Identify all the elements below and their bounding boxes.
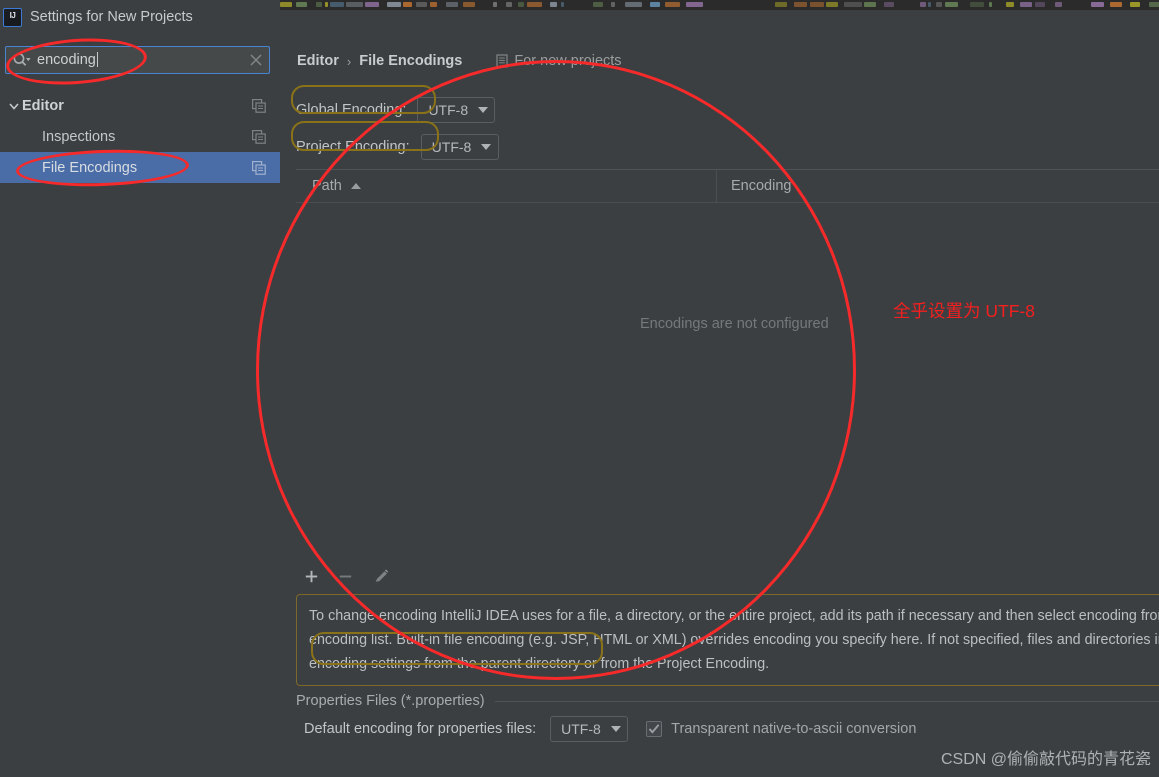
info-line: To change encoding IntelliJ IDEA uses fo…	[309, 608, 1159, 624]
column-label: Path	[312, 178, 342, 194]
search-icon	[11, 50, 31, 70]
global-encoding-label: Global Encoding:	[296, 101, 407, 118]
sidebar-item-label: File Encodings	[42, 159, 138, 176]
intellij-logo-icon: IJ	[3, 7, 22, 27]
info-line: encoding list. Built-in file encoding (e…	[309, 632, 1159, 648]
annotation-note: 全乎设置为 UTF-8	[893, 301, 1035, 321]
section-title: Properties Files (*.properties)	[296, 693, 485, 709]
checkbox-box[interactable]	[646, 721, 663, 737]
project-encoding-value: UTF-8	[431, 138, 472, 155]
search-value: encoding	[37, 52, 98, 68]
info-line: encoding settings from the parent direct…	[309, 656, 770, 672]
copy-icon[interactable]	[252, 160, 266, 175]
breadcrumb-root[interactable]: Editor	[297, 53, 339, 69]
checkbox-label: Transparent native-to-ascii conversion	[671, 721, 917, 737]
dialog-titlebar: IJ Settings for New Projects	[0, 0, 280, 34]
table-empty-message: Encodings are not configured	[640, 316, 829, 332]
global-encoding-row: Global Encoding: UTF-8	[296, 96, 496, 123]
info-panel: To change encoding IntelliJ IDEA uses fo…	[296, 594, 1159, 686]
properties-encoding-label: Default encoding for properties files:	[304, 721, 537, 737]
project-encoding-row: Project Encoding: UTF-8	[296, 133, 499, 160]
settings-tree: Editor Inspections File Encodings	[0, 90, 280, 183]
settings-detail-panel: Editor › File Encodings For new projects	[280, 10, 1159, 777]
breadcrumb: Editor › File Encodings For new projects	[280, 45, 1159, 77]
clear-search-icon[interactable]	[243, 47, 269, 73]
sort-ascending-icon	[350, 183, 361, 189]
global-encoding-select[interactable]: UTF-8	[417, 96, 496, 123]
transparent-conversion-checkbox[interactable]: Transparent native-to-ascii conversion	[646, 721, 916, 737]
breadcrumb-leaf: File Encodings	[359, 53, 463, 69]
table-column-path[interactable]: Path	[296, 170, 717, 202]
edit-row-button	[366, 563, 396, 589]
scope-note-label: For new projects	[514, 53, 622, 69]
document-icon	[495, 54, 509, 68]
chevron-down-icon	[481, 143, 492, 150]
project-encoding-select[interactable]: UTF-8	[420, 133, 499, 160]
sidebar-item-inspections[interactable]: Inspections	[0, 121, 280, 152]
sidebar-item-label: Editor	[22, 97, 64, 114]
chevron-down-icon	[610, 726, 621, 732]
properties-encoding-row: Default encoding for properties files: U…	[304, 716, 916, 742]
add-row-button[interactable]	[296, 563, 326, 589]
settings-sidebar: encoding Editor Inspections File Encodin…	[0, 34, 280, 777]
chevron-down-icon[interactable]	[6, 98, 22, 114]
section-divider	[494, 700, 1159, 702]
table-toolbar	[296, 562, 1159, 590]
copy-icon[interactable]	[252, 129, 266, 144]
copy-icon[interactable]	[252, 98, 266, 113]
watermark: CSDN @偷偷敲代码的青花瓷	[940, 751, 1151, 768]
screenshot-root: IJ Settings for New Projects encoding Ed…	[0, 0, 1159, 777]
properties-section-header: Properties Files (*.properties)	[296, 693, 1159, 709]
search-input[interactable]: encoding	[5, 46, 270, 74]
column-label: Encoding	[731, 178, 792, 194]
table-header-row: Path Encoding	[296, 170, 1159, 203]
properties-encoding-select[interactable]: UTF-8	[550, 716, 629, 742]
project-encoding-label: Project Encoding:	[296, 138, 410, 155]
logo-text: IJ	[9, 10, 16, 20]
table-body: Encodings are not configured	[296, 203, 1159, 565]
global-encoding-value: UTF-8	[428, 101, 469, 118]
breadcrumb-separator-icon: ›	[346, 53, 352, 69]
remove-row-button	[330, 563, 360, 589]
sidebar-item-file-encodings[interactable]: File Encodings	[0, 152, 280, 183]
background-editor-strip	[280, 0, 1159, 10]
scope-note: For new projects	[495, 53, 622, 69]
encodings-table: Path Encoding Encodings are not configur…	[296, 169, 1159, 565]
sidebar-item-editor[interactable]: Editor	[0, 90, 280, 121]
properties-encoding-value: UTF-8	[561, 721, 601, 737]
table-column-encoding[interactable]: Encoding	[717, 170, 791, 202]
text-caret	[96, 52, 98, 67]
dialog-title: Settings for New Projects	[30, 9, 193, 25]
sidebar-item-label: Inspections	[42, 128, 116, 145]
file-encodings-form: Global Encoding: UTF-8 Project Encoding:…	[280, 82, 1159, 777]
chevron-down-icon	[478, 106, 489, 113]
